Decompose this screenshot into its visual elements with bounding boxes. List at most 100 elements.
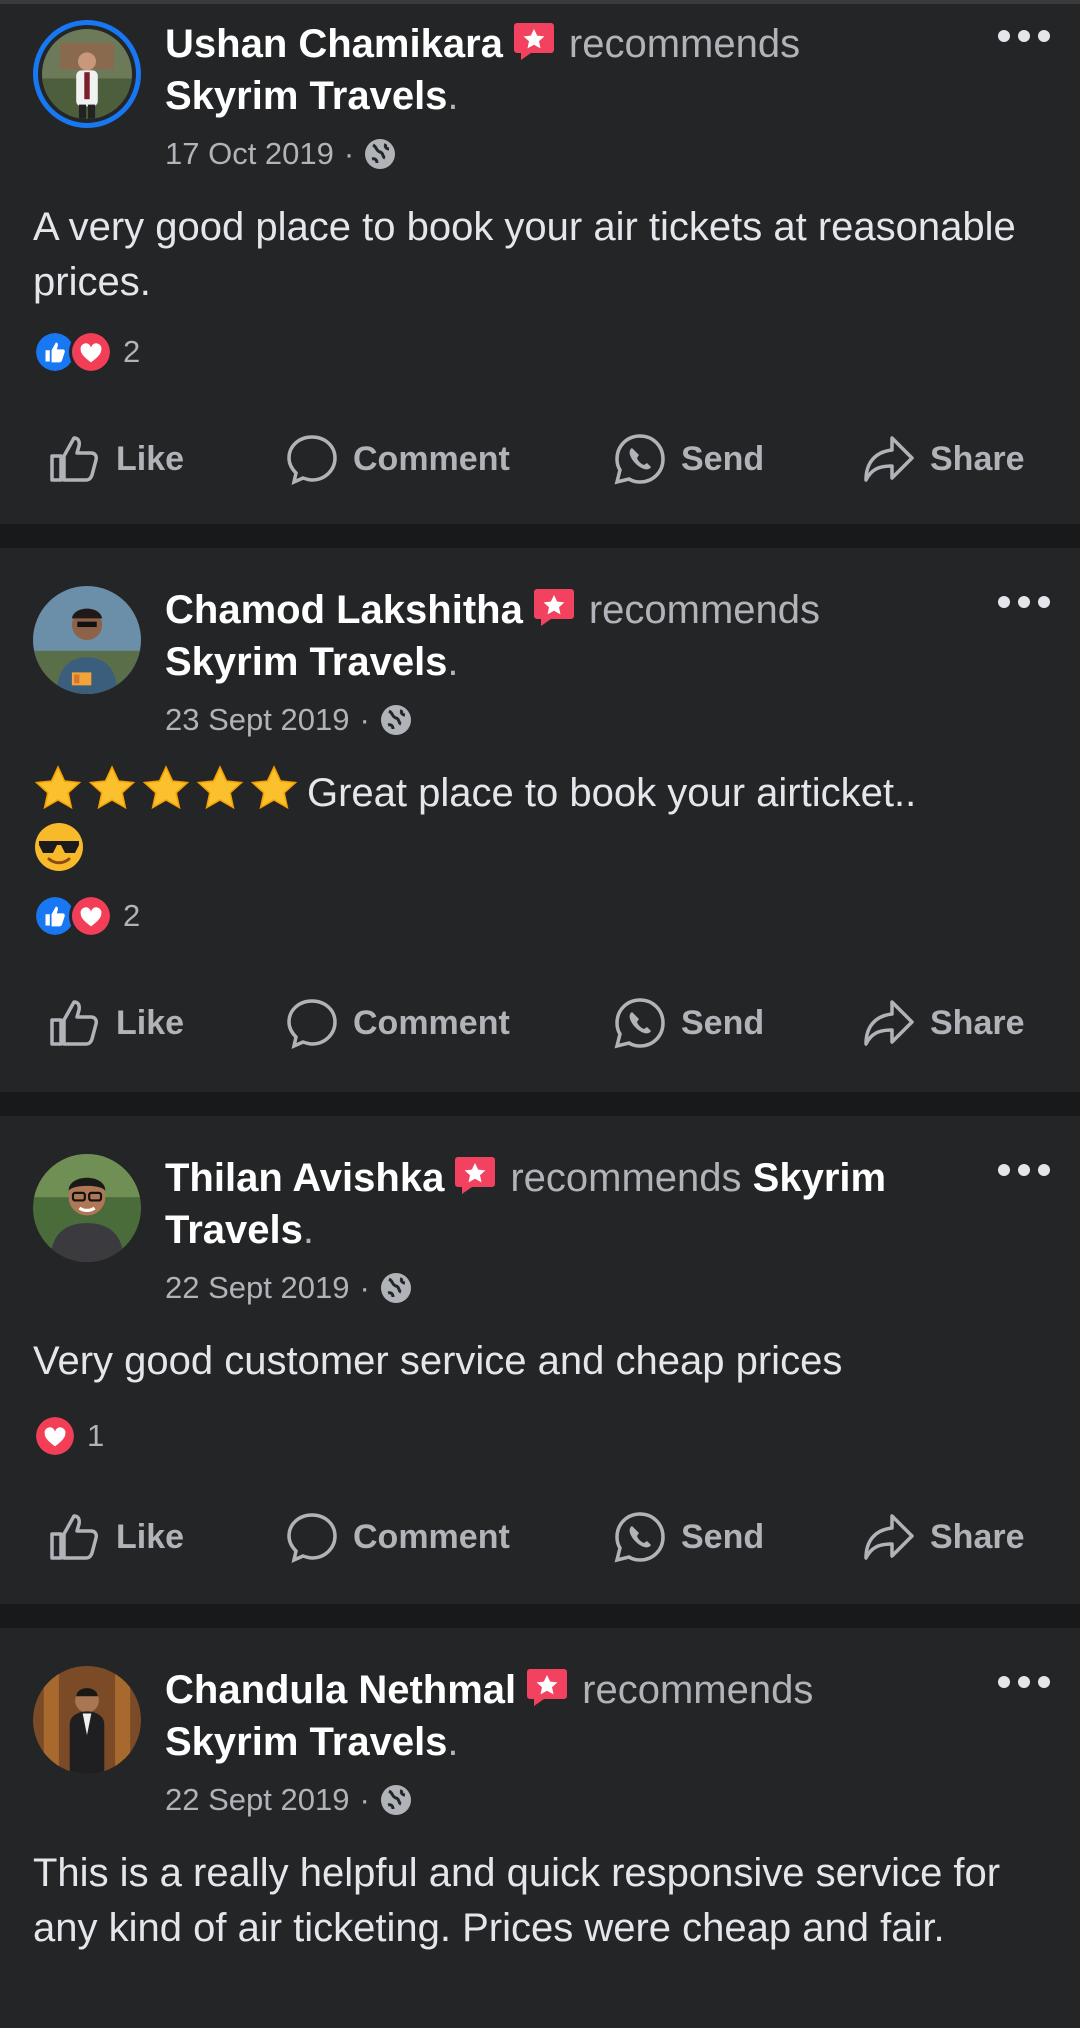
post-meta: 22 Sept 2019 · [165,1782,412,1818]
avatar[interactable] [33,1666,141,1774]
star-icon [250,765,298,810]
comment-label: Comment [353,439,510,478]
comment-icon [287,435,337,486]
avatar[interactable] [33,586,141,694]
feed: Ushan Chamikara recommends Skyrim Travels… [0,0,1080,2028]
share-button[interactable]: Share [862,432,1025,486]
recommends-text: recommends [510,1156,742,1200]
thumbs-up-icon [50,1514,98,1560]
love-reaction-icon [69,894,113,938]
author-name[interactable]: Ushan Chamikara [165,22,503,66]
meta-separator: · [359,1270,370,1305]
author-name[interactable]: Thilan Avishka [165,1156,444,1200]
share-button[interactable]: Share [862,996,1025,1050]
like-label: Like [116,1003,185,1042]
recommend-badge-icon [533,589,574,626]
share-button[interactable]: Share [862,1510,1025,1564]
author-name[interactable]: Chamod Lakshitha [165,588,523,632]
recommend-badge-icon [455,1157,496,1194]
reaction-summary[interactable]: 2 [33,330,140,374]
reaction-summary[interactable]: 2 [33,894,140,938]
like-button[interactable]: Like [48,996,184,1050]
send-label: Send [681,1517,765,1556]
post-meta: 22 Sept 2019 · [165,1270,412,1306]
whatsapp-icon [614,1512,665,1563]
action-bar: Like Comment Send Share [0,988,1080,1058]
star-icon [88,765,136,810]
comment-label: Comment [353,1517,510,1556]
globe-icon [380,705,411,735]
send-button[interactable]: Send [613,996,764,1050]
reaction-count: 1 [87,1418,105,1453]
avatar[interactable] [33,20,141,128]
more-options-icon[interactable] [996,24,1052,48]
share-arrow-icon [864,1514,914,1560]
meta-separator: · [359,702,370,737]
whatsapp-icon [614,998,665,1049]
send-button[interactable]: Send [613,1510,764,1564]
recommends-text: recommends [588,588,821,632]
avatar[interactable] [33,1154,141,1262]
share-label: Share [930,439,1025,478]
post-card: Ushan Chamikara recommends Skyrim Travels… [0,4,1080,524]
post-meta: 23 Sept 2019 · [165,702,412,738]
like-label: Like [116,439,185,478]
comment-label: Comment [353,1003,510,1042]
period: . [302,1208,315,1252]
comment-button[interactable]: Comment [285,432,510,486]
post-header: Ushan Chamikara recommends Skyrim Travels… [165,18,965,122]
more-options-icon[interactable] [996,1670,1052,1694]
send-label: Send [681,439,765,478]
post-meta: 17 Oct 2019 · [165,136,396,172]
share-label: Share [930,1003,1025,1042]
post-text-block: Great place to book your airticket.. [33,764,1053,878]
post-text: Great place to book your airticket.. [307,771,917,815]
post-header: Chandula Nethmal recommends Skyrim Travel… [165,1664,965,1768]
period: . [447,1720,459,1764]
author-name[interactable]: Chandula Nethmal [165,1668,516,1712]
period: . [447,74,459,118]
globe-icon [380,1273,411,1303]
like-button[interactable]: Like [48,1510,184,1564]
post-date[interactable]: 23 Sept 2019 [165,702,349,738]
recommend-badge-icon [513,23,554,60]
like-label: Like [116,1517,185,1556]
star-icon [34,765,82,810]
star-icon [142,765,190,810]
star-icon [196,765,244,810]
meta-separator: · [359,1782,370,1817]
comment-button[interactable]: Comment [285,1510,510,1564]
share-arrow-icon [864,1000,914,1046]
meta-separator: · [343,136,355,171]
page-name[interactable]: Skyrim Travels [165,640,447,684]
recommend-badge-icon [527,1669,568,1706]
post-date[interactable]: 22 Sept 2019 [165,1782,349,1818]
share-label: Share [930,1517,1025,1556]
page-name[interactable]: Skyrim Travels [165,1720,447,1764]
more-options-icon[interactable] [996,1158,1052,1182]
comment-button[interactable]: Comment [285,996,510,1050]
post-text: A very good place to book your air ticke… [33,205,1016,304]
send-label: Send [681,1003,765,1042]
post-header: Thilan Avishka recommends Skyrim Travels. [165,1152,965,1256]
sunglasses-emoji-icon [35,823,83,871]
reaction-summary[interactable]: 1 [33,1414,104,1458]
post-text: Very good customer service and cheap pri… [33,1339,843,1383]
thumbs-up-icon [50,1000,98,1046]
recommends-text: recommends [568,22,801,66]
post-date[interactable]: 17 Oct 2019 [165,136,334,172]
thumbs-up-icon [50,436,98,482]
globe-icon [365,139,396,169]
comment-icon [287,999,337,1050]
post-card: Chamod Lakshitha recommends Skyrim Travel… [0,548,1080,1092]
post-header: Chamod Lakshitha recommends Skyrim Travel… [165,584,965,688]
send-button[interactable]: Send [613,432,764,486]
share-arrow-icon [864,436,914,482]
post-date[interactable]: 22 Sept 2019 [165,1270,349,1306]
page-name[interactable]: Skyrim Travels [165,74,447,118]
more-options-icon[interactable] [996,590,1052,614]
whatsapp-icon [614,434,665,485]
recommends-text: recommends [582,1668,814,1712]
comment-icon [287,1513,337,1564]
like-button[interactable]: Like [48,432,184,486]
